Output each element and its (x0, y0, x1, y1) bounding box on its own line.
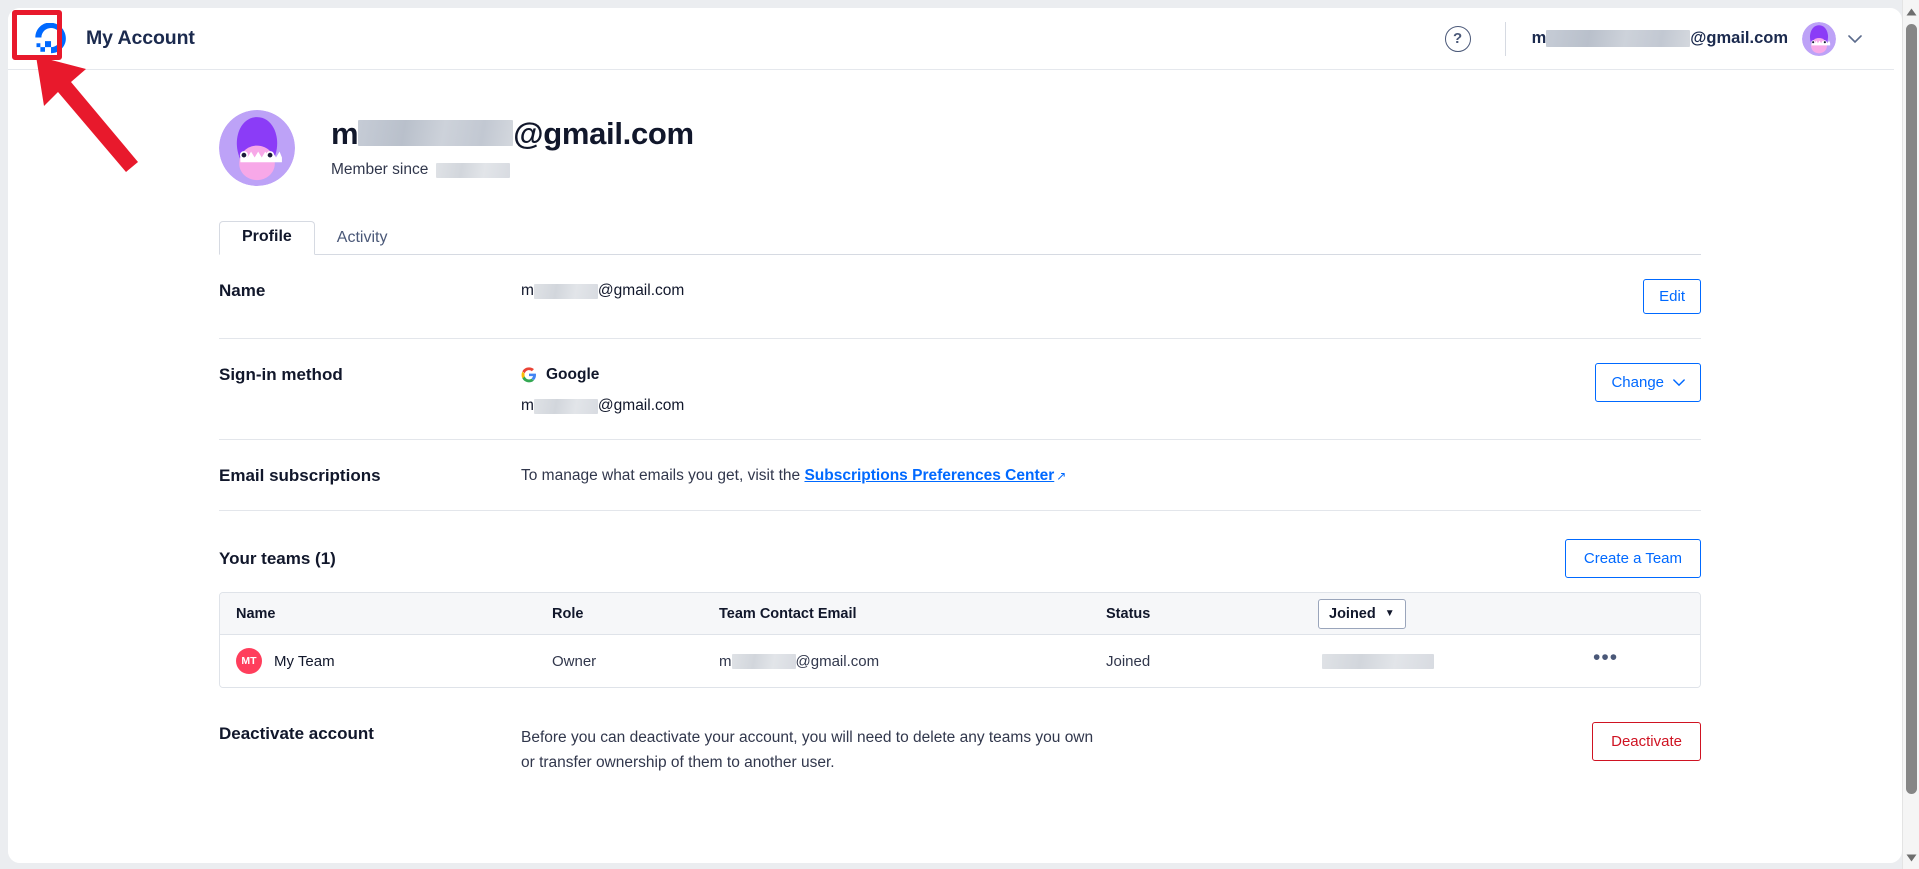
redacted-email-block (533, 398, 598, 414)
member-since: Member since (331, 161, 694, 179)
signin-provider-label: Google (546, 366, 600, 383)
profile-email-suffix: @gmail.com (513, 115, 694, 151)
digitalocean-logo-icon[interactable] (32, 20, 70, 58)
deactivate-description: Before you can deactivate your account, … (521, 722, 1576, 775)
signin-action: Change (1579, 363, 1701, 402)
account-email-label[interactable]: m @gmail.com (1532, 29, 1788, 48)
browser-viewport: My Account ? m @gmail.com m @gmail.com M… (0, 0, 1919, 869)
name-label: Name (219, 281, 266, 300)
cell-status: Joined (1106, 652, 1151, 670)
scroll-up-arrow-icon[interactable] (1903, 3, 1919, 20)
change-button-label: Change (1611, 374, 1664, 391)
vertical-scrollbar[interactable] (1902, 0, 1919, 869)
profile-avatar (219, 110, 295, 186)
main-content: m @gmail.com Member since Profile Activi… (8, 70, 1894, 863)
deactivate-label: Deactivate account (219, 724, 374, 743)
account-email-suffix: @gmail.com (1690, 29, 1788, 47)
tab-bar: Profile Activity (219, 219, 1701, 255)
deactivate-action: Deactivate (1576, 722, 1701, 761)
row-deactivate-account: Deactivate account Before you can deacti… (219, 688, 1701, 775)
joined-filter-label: Joined (1329, 605, 1376, 622)
tab-profile[interactable]: Profile (219, 221, 315, 255)
column-header-name: Name (236, 605, 276, 622)
teams-title: Your teams (1) (219, 548, 336, 568)
redacted-email-block (358, 120, 514, 146)
profile-email: m @gmail.com (331, 115, 694, 151)
account-email-prefix: m (1531, 29, 1547, 47)
signin-email: m @gmail.com (521, 397, 1579, 415)
chevron-down-icon[interactable] (1848, 31, 1862, 47)
column-header-team-contact-email: Team Contact Email (719, 605, 857, 622)
app-window: My Account ? m @gmail.com m @gmail.com M… (8, 8, 1902, 863)
name-action: Edit (1627, 279, 1701, 314)
email-subscriptions-label: Email subscriptions (219, 466, 381, 485)
top-navigation-bar: My Account ? m @gmail.com (8, 8, 1894, 70)
change-signin-button[interactable]: Change (1595, 363, 1701, 402)
teams-table-header: Name Role Team Contact Email Status Join… (220, 593, 1700, 635)
ellipsis-icon[interactable]: ••• (1593, 647, 1618, 670)
row-signin-method: Sign-in method Google m @gmail.com Chang… (219, 339, 1701, 440)
external-link-icon: ↗ (1056, 469, 1067, 483)
profile-email-prefix: m (331, 115, 359, 151)
column-header-joined-wrap: Joined ▼ (1306, 598, 1553, 629)
redacted-date-block (1322, 653, 1434, 669)
deactivate-button[interactable]: Deactivate (1592, 722, 1701, 761)
email-subscriptions-text: To manage what emails you get, visit the (521, 467, 805, 484)
redacted-date-block (436, 162, 511, 178)
topbar-right-group: ? m @gmail.com (1444, 8, 1894, 69)
signin-method-label: Sign-in method (219, 365, 343, 384)
scroll-down-arrow-icon[interactable] (1903, 849, 1919, 866)
edit-button[interactable]: Edit (1643, 279, 1701, 314)
redacted-email-block (1546, 30, 1691, 47)
column-header-role: Role (552, 605, 584, 622)
cell-email-suffix: @gmail.com (795, 652, 880, 670)
caret-down-icon: ▼ (1384, 608, 1395, 619)
cell-team-contact-email: m @gmail.com (703, 653, 1090, 670)
cell-actions: ••• (1553, 647, 1700, 670)
signin-method-value: Google m @gmail.com (521, 363, 1579, 415)
team-name-label: My Team (274, 652, 335, 670)
redacted-name-block (533, 283, 598, 299)
content-inner: m @gmail.com Member since Profile Activi… (219, 70, 1701, 775)
brand-block[interactable]: My Account (8, 8, 195, 69)
table-row[interactable]: MT My Team Owner m @gmail.com Joined ••• (220, 635, 1700, 687)
deactivate-line-1: Before you can deactivate your account, … (521, 729, 1094, 746)
avatar[interactable] (1802, 21, 1836, 56)
page-title: My Account (86, 27, 195, 49)
email-subscriptions-value: To manage what emails you get, visit the… (521, 464, 1685, 485)
row-name: Name m @gmail.com Edit (219, 255, 1701, 339)
cell-team-name: MT My Team (220, 648, 536, 674)
signin-email-suffix: @gmail.com (597, 397, 685, 414)
row-email-subscriptions: Email subscriptions To manage what email… (219, 440, 1701, 511)
subscriptions-preferences-link[interactable]: Subscriptions Preferences Center (804, 467, 1054, 484)
teams-header: Your teams (1) Create a Team (219, 511, 1701, 592)
profile-header: m @gmail.com Member since (219, 70, 1701, 186)
deactivate-line-2: or transfer ownership of them to another… (521, 754, 835, 772)
tab-activity[interactable]: Activity (315, 223, 410, 255)
help-question-icon[interactable]: ? (1444, 25, 1471, 52)
chevron-down-icon (1673, 377, 1685, 389)
create-team-button[interactable]: Create a Team (1564, 539, 1701, 578)
joined-filter-dropdown[interactable]: Joined ▼ (1318, 598, 1406, 629)
column-header-status: Status (1106, 605, 1151, 622)
name-value: m @gmail.com (521, 279, 1627, 300)
scrollbar-thumb[interactable] (1906, 24, 1917, 794)
teams-table: Name Role Team Contact Email Status Join… (219, 592, 1701, 688)
signin-provider: Google (521, 366, 1579, 384)
cell-role: Owner (552, 652, 597, 670)
team-avatar-badge: MT (236, 648, 262, 674)
google-g-icon (521, 367, 537, 383)
profile-text-block: m @gmail.com Member since (331, 115, 694, 179)
signin-email-prefix: m (521, 397, 534, 414)
redacted-email-block (731, 653, 796, 669)
name-value-suffix: @gmail.com (597, 282, 685, 299)
name-value-prefix: m (521, 282, 534, 299)
cell-joined-date (1306, 653, 1553, 669)
topbar-divider (1504, 21, 1506, 56)
member-since-label: Member since (331, 161, 429, 179)
cell-email-prefix: m (719, 652, 732, 670)
